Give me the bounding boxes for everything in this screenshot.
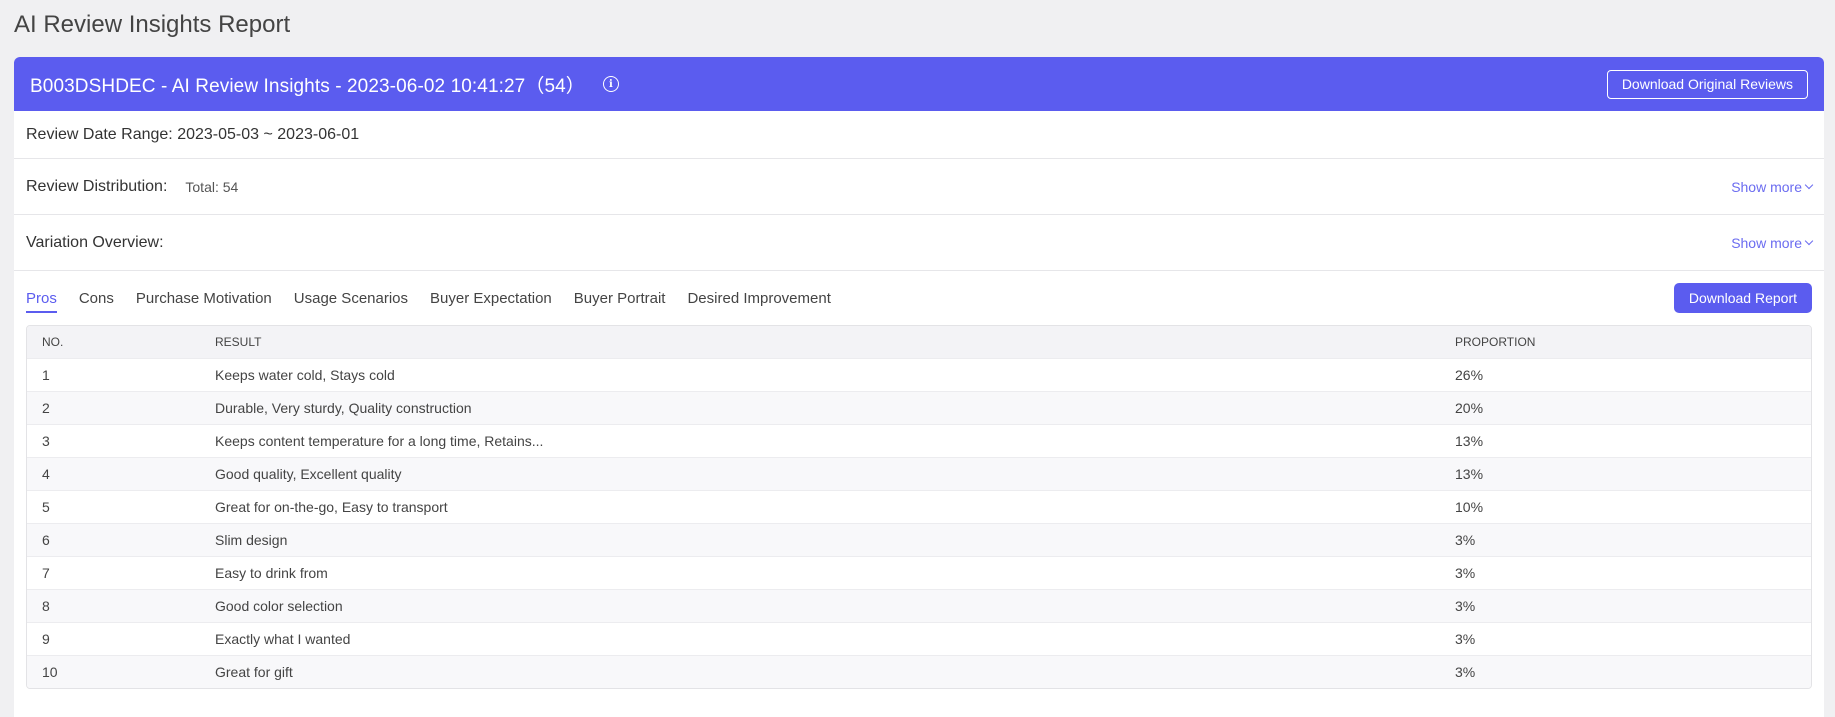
review-distribution-left: Review Distribution: Total: 54 [26,178,238,196]
cell-result: Keeps water cold, Stays cold [200,357,1440,391]
cell-proportion: 3% [1440,522,1811,556]
review-date-range-row: Review Date Range: 2023-05-03 ~ 2023-06-… [14,111,1824,159]
cell-proportion: 10% [1440,489,1811,523]
table-header-row: NO. RESULT PROPORTION [27,326,1811,358]
table-row: 5 Great for on-the-go, Easy to transport… [27,489,1811,523]
cell-no: 6 [27,522,200,556]
cell-result: Easy to drink from [200,555,1440,589]
cell-no: 1 [27,357,200,391]
cell-proportion: 3% [1440,588,1811,622]
tab-pros[interactable]: Pros [26,271,57,325]
review-distribution-row: Review Distribution: Total: 54 Show more [14,159,1824,215]
cell-no: 2 [27,390,200,424]
tab-purchase-motivation[interactable]: Purchase Motivation [136,271,272,325]
cell-no: 3 [27,423,200,457]
download-original-reviews-button[interactable]: Download Original Reviews [1606,69,1808,99]
insight-tabs: Pros Cons Purchase Motivation Usage Scen… [26,271,853,325]
cell-no: 10 [27,654,200,688]
chevron-down-icon [1804,236,1814,246]
header-result: RESULT [215,334,262,349]
tabs-row: Pros Cons Purchase Motivation Usage Scen… [14,271,1824,325]
cell-proportion: 13% [1440,423,1811,457]
cell-result: Durable, Very sturdy, Quality constructi… [200,390,1440,424]
cell-no: 7 [27,555,200,589]
review-date-range: Review Date Range: 2023-05-03 ~ 2023-06-… [26,125,360,143]
review-distribution-label: Review Distribution: [26,177,168,195]
download-report-button[interactable]: Download Report [1673,283,1812,313]
report-card: B003DSHDEC - AI Review Insights - 2023-0… [14,57,1824,717]
tab-cons[interactable]: Cons [79,271,114,325]
cell-result: Good color selection [200,588,1440,622]
cell-result: Good quality, Excellent quality [200,456,1440,490]
table-row: 1 Keeps water cold, Stays cold 26% [27,357,1811,391]
cell-result: Great for gift [200,654,1440,688]
tab-usage-scenarios[interactable]: Usage Scenarios [294,271,408,325]
cell-result: Slim design [200,522,1440,556]
table-row: 2 Durable, Very sturdy, Quality construc… [27,390,1811,424]
cell-proportion: 26% [1440,357,1811,391]
table-row: 9 Exactly what I wanted 3% [27,621,1811,655]
cell-result: Keeps content temperature for a long tim… [200,423,1440,457]
cell-proportion: 3% [1440,555,1811,589]
header-no: NO. [42,334,64,349]
table-row: 4 Good quality, Excellent quality 13% [27,456,1811,490]
table-row: 7 Easy to drink from 3% [27,555,1811,589]
cell-proportion: 20% [1440,390,1811,424]
tab-buyer-expectation[interactable]: Buyer Expectation [430,271,552,325]
table-row: 8 Good color selection 3% [27,588,1811,622]
table-row: 10 Great for gift 3% [27,654,1811,688]
tab-buyer-portrait[interactable]: Buyer Portrait [574,271,666,325]
cell-result: Great for on-the-go, Easy to transport [200,489,1440,523]
distribution-show-more-link[interactable]: Show more [1731,178,1814,195]
cell-result: Exactly what I wanted [200,621,1440,655]
variation-overview-row: Variation Overview: Show more [14,215,1824,271]
chevron-down-icon [1804,180,1814,190]
results-table: NO. RESULT PROPORTION 1 Keeps water cold… [27,326,1811,688]
cell-no: 5 [27,489,200,523]
header-proportion: PROPORTION [1455,334,1536,349]
table-row: 3 Keeps content temperature for a long t… [27,423,1811,457]
report-header: B003DSHDEC - AI Review Insights - 2023-0… [14,57,1824,111]
cell-no: 8 [27,588,200,622]
distribution-show-more-label: Show more [1731,178,1802,195]
report-header-left: B003DSHDEC - AI Review Insights - 2023-0… [30,71,619,98]
table-row: 6 Slim design 3% [27,522,1811,556]
variation-show-more-link[interactable]: Show more [1731,234,1814,251]
cell-proportion: 13% [1440,456,1811,490]
cell-no: 4 [27,456,200,490]
cell-no: 9 [27,621,200,655]
info-icon[interactable]: i [602,76,619,92]
variation-overview-label: Variation Overview: [26,233,164,251]
results-table-wrapper: NO. RESULT PROPORTION 1 Keeps water cold… [26,325,1812,689]
report-header-title: B003DSHDEC - AI Review Insights - 2023-0… [30,75,585,97]
tab-desired-improvement[interactable]: Desired Improvement [687,271,830,325]
cell-proportion: 3% [1440,654,1811,688]
review-total: Total: 54 [185,178,239,195]
cell-proportion: 3% [1440,621,1811,655]
page-title: AI Review Insights Report [14,11,291,38]
variation-show-more-label: Show more [1731,234,1802,251]
